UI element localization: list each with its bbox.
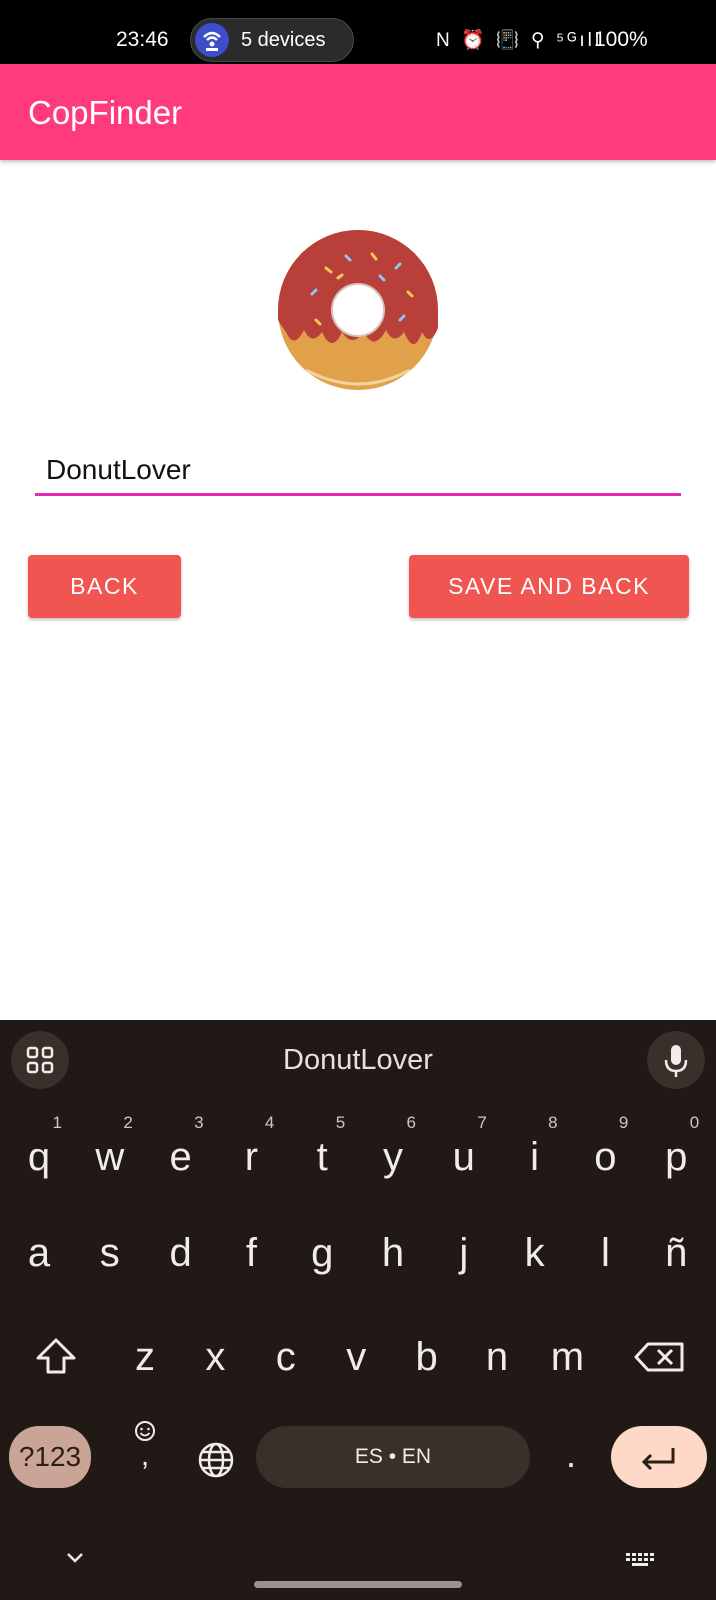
key-l[interactable]: l (570, 1208, 640, 1298)
hotspot-label: 5 devices (241, 29, 326, 51)
key-hint-number: 5 (335, 1113, 346, 1132)
back-button[interactable]: BACK (28, 555, 181, 618)
key-y[interactable]: y6 (358, 1112, 428, 1202)
key-ñ[interactable]: ñ (641, 1208, 711, 1298)
key-v[interactable]: v (321, 1312, 391, 1402)
key-hint-number: 8 (548, 1113, 558, 1132)
save-and-back-button[interactable]: SAVE AND BACK (409, 555, 689, 618)
symbols-key[interactable]: ?123 (9, 1426, 91, 1488)
backspace-key[interactable] (628, 1312, 692, 1402)
key-w[interactable]: w2 (75, 1112, 145, 1202)
key-o[interactable]: o9 (570, 1112, 640, 1202)
key-label: e (169, 1135, 192, 1179)
key-u[interactable]: u7 (429, 1112, 499, 1202)
key-hint-number: 2 (123, 1113, 133, 1132)
key-hint-number: 6 (406, 1113, 416, 1132)
shift-key[interactable] (24, 1312, 88, 1402)
hide-keyboard-icon[interactable] (64, 1550, 86, 1566)
key-t[interactable]: t5 (287, 1112, 357, 1202)
key-j[interactable]: j (429, 1208, 499, 1298)
key-n[interactable]: n (462, 1312, 532, 1402)
hotspot-chip[interactable]: 5 devices (190, 18, 354, 62)
username-input[interactable] (35, 446, 681, 496)
key-label: u (452, 1135, 475, 1179)
status-time: 23:46 (116, 28, 169, 51)
status-bar: 23:46 5 devices N ⏰ 📳 ⚲ ⁵ᴳıll 100% (0, 0, 716, 64)
key-x[interactable]: x (180, 1312, 250, 1402)
key-d[interactable]: d (146, 1208, 216, 1298)
key-m[interactable]: m (532, 1312, 602, 1402)
key-hint-number: 7 (477, 1113, 487, 1132)
suggestion-chip[interactable]: DonutLover (0, 1044, 716, 1077)
key-hint-number: 0 (689, 1113, 700, 1132)
emoji-comma-key[interactable]: , (120, 1416, 170, 1496)
comma-label: , (140, 1439, 150, 1472)
key-hint-number: 1 (52, 1113, 62, 1132)
status-icons: N ⏰ 📳 ⚲ ⁵ᴳıll (436, 30, 603, 51)
key-r[interactable]: r4 (216, 1112, 286, 1202)
keyboard-switch-icon[interactable] (624, 1552, 658, 1568)
key-p[interactable]: p0 (641, 1112, 711, 1202)
key-label: q (27, 1135, 51, 1179)
key-hint-number: 3 (194, 1113, 204, 1132)
key-s[interactable]: s (75, 1208, 145, 1298)
space-key[interactable]: ES • EN (256, 1426, 530, 1488)
key-a[interactable]: a (4, 1208, 74, 1298)
key-label: i (530, 1135, 540, 1179)
key-label: r (244, 1135, 259, 1179)
key-hint-number: 4 (264, 1113, 275, 1132)
donut-avatar-icon[interactable] (276, 228, 440, 392)
key-i[interactable]: i8 (500, 1112, 570, 1202)
key-k[interactable]: k (500, 1208, 570, 1298)
key-c[interactable]: c (251, 1312, 321, 1402)
hotspot-icon (195, 23, 229, 57)
key-hint-number: 9 (618, 1113, 629, 1132)
key-z[interactable]: z (110, 1312, 180, 1402)
key-label: y (383, 1135, 403, 1179)
microphone-icon[interactable] (647, 1031, 705, 1089)
soft-keyboard: DonutLover (0, 1020, 716, 1600)
app-bar: CopFinder (0, 64, 716, 160)
period-key[interactable]: . (548, 1420, 594, 1490)
key-h[interactable]: h (358, 1208, 428, 1298)
key-label: p (665, 1135, 688, 1179)
key-e[interactable]: e3 (146, 1112, 216, 1202)
key-q[interactable]: q1 (4, 1112, 74, 1202)
gesture-nav-handle[interactable] (254, 1581, 462, 1588)
globe-icon[interactable] (192, 1436, 240, 1484)
battery-label: 100% (594, 28, 648, 51)
enter-key[interactable] (611, 1426, 707, 1488)
app-title: CopFinder (28, 94, 183, 131)
key-g[interactable]: g (287, 1208, 357, 1298)
key-label: t (316, 1135, 328, 1179)
key-f[interactable]: f (216, 1208, 286, 1298)
key-label: w (95, 1135, 125, 1179)
key-label: o (594, 1135, 617, 1179)
key-b[interactable]: b (392, 1312, 462, 1402)
